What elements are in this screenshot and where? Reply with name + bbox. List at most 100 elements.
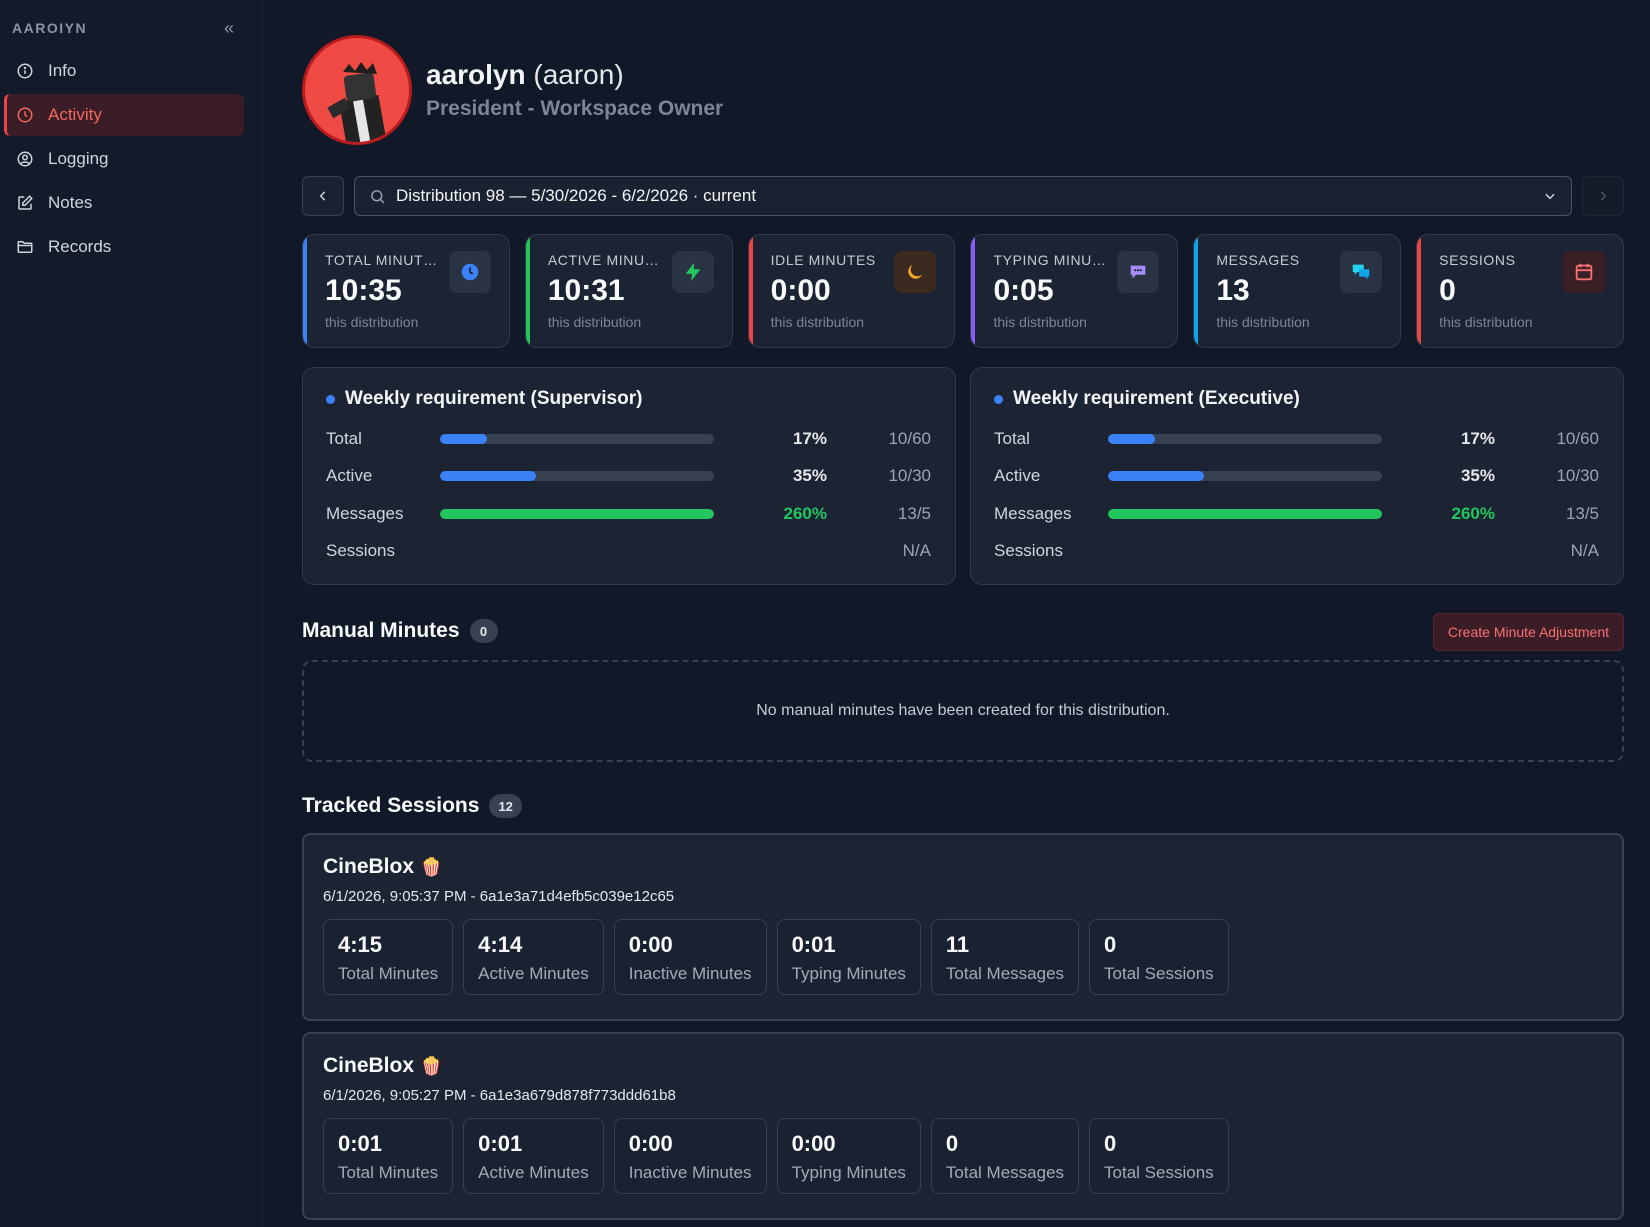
session-stat-value: 11: [945, 932, 970, 957]
manual-minutes-heading: Manual Minutes 0: [302, 619, 498, 643]
row-fraction: N/A: [1570, 541, 1599, 561]
session-stat-total-messages: 11 Total Messages: [930, 919, 1080, 995]
session-stats: 4:15 Total Minutes 4:14 Active Minutes 0:0…: [323, 919, 1622, 995]
stat-label: SESSIONS: [1439, 252, 1516, 268]
row-fraction: 10/60: [1556, 428, 1599, 448]
sidebar-item-label: Activity: [48, 105, 102, 124]
requirement-rows: Total 17% 10/60 Active 35% 10/30 Message…: [326, 420, 931, 570]
stat-label: TOTAL MINUTES: [325, 252, 440, 268]
session-card[interactable]: CineBlox 🍿 6/1/2026, 9:05:37 PM - 6a1e3a…: [302, 833, 1624, 1021]
info-icon: [17, 63, 33, 79]
stat-sub: this distribution: [547, 314, 642, 330]
sidebar-item-info[interactable]: Info: [4, 50, 244, 92]
workspace-brand: AAROIYN: [12, 20, 88, 36]
progress-fill: [440, 508, 714, 519]
calendar-icon: [1562, 251, 1605, 293]
progress-fill: [1108, 433, 1155, 444]
chevron-left-icon: [319, 191, 326, 201]
session-stat-active-minutes: 0:01 Active Minutes: [463, 1118, 604, 1194]
chevron-down-icon: [1545, 193, 1555, 200]
edit-icon: [18, 195, 33, 210]
stat-sub: this distribution: [770, 314, 865, 330]
session-stat-total-sessions: 0 Total Sessions: [1089, 1118, 1229, 1194]
requirement-card-supervisor: Weekly requirement (Supervisor) Total 17…: [302, 367, 956, 585]
session-stat-value: 0:01: [791, 932, 836, 957]
row-label: Messages: [326, 503, 404, 523]
session-stat-value: 0:01: [478, 1131, 523, 1156]
session-stat-label: Total Messages: [945, 964, 1065, 983]
stat-card-total-minutes: TOTAL MINUTES 10:35 this distribution: [302, 234, 510, 348]
tracked-sessions-heading: Tracked Sessions 12: [302, 794, 522, 818]
bullet-dot: [326, 394, 335, 404]
sidebar-item-label: Logging: [48, 149, 109, 168]
session-stat-label: Total Minutes: [338, 1163, 439, 1182]
profile-header: aarolyn (aaron) President - Workspace Ow…: [302, 35, 723, 145]
session-stat-value: 4:14: [478, 932, 523, 957]
nickname: (aaron): [533, 59, 624, 90]
requirement-row-messages: Messages 260% 13/5: [326, 495, 931, 533]
session-game-name: CineBlox: [323, 1054, 415, 1077]
session-card[interactable]: CineBlox 🍿 6/1/2026, 9:05:27 PM - 6a1e3a…: [302, 1032, 1624, 1220]
session-stat-value: 0:00: [628, 1131, 673, 1156]
stat-card-active-minutes: ACTIVE MINUTES 10:31 this distribution: [524, 234, 733, 348]
session-stat-label: Total Sessions: [1104, 964, 1214, 983]
row-label: Sessions: [994, 541, 1063, 561]
sidebar-nav: Info Activity Logging Notes Records: [0, 50, 262, 268]
session-stat-label: Inactive Minutes: [628, 1163, 752, 1182]
session-stat-label: Active Minutes: [478, 964, 589, 983]
session-stat-value: 0: [1104, 1131, 1117, 1156]
previous-distribution-button[interactable]: [302, 176, 344, 216]
progress-fill: [440, 433, 487, 444]
session-stat-label: Total Minutes: [338, 964, 439, 983]
bullet-dot: [994, 394, 1003, 404]
requirement-title: Weekly requirement (Supervisor): [326, 388, 931, 410]
session-meta: 6/1/2026, 9:05:37 PM - 6a1e3a71d4efb5c03…: [323, 888, 675, 905]
requirement-row-total: Total 17% 10/60: [326, 420, 931, 458]
sidebar-item-notes[interactable]: Notes: [4, 182, 244, 224]
session-stat-inactive-minutes: 0:00 Inactive Minutes: [613, 919, 767, 995]
row-label: Active: [326, 466, 373, 486]
distribution-select[interactable]: Distribution 98 — 5/30/2026 - 6/2/2026 ·…: [354, 176, 1572, 216]
row-label: Total: [994, 428, 1030, 448]
requirement-row-sessions: Sessions N/A: [994, 533, 1599, 571]
progress-bar: [440, 433, 714, 444]
session-stat-value: 0:00: [791, 1131, 836, 1156]
session-stat-value: 0:01: [338, 1131, 383, 1156]
row-percent: 17%: [1460, 428, 1495, 448]
section-title: Manual Minutes: [302, 619, 460, 642]
session-title: CineBlox 🍿: [323, 1054, 1622, 1078]
distribution-select-value: Distribution 98 — 5/30/2026 - 6/2/2026 ·…: [396, 186, 757, 205]
session-stat-value: 0:00: [628, 932, 673, 957]
session-stat-value: 0: [945, 1131, 959, 1156]
row-fraction: N/A: [902, 541, 931, 561]
session-stat-active-minutes: 4:14 Active Minutes: [463, 919, 604, 995]
requirement-rows: Total 17% 10/60 Active 35% 10/30 Message…: [994, 420, 1599, 570]
session-title: CineBlox 🍿: [323, 855, 1622, 879]
sidebar-item-activity[interactable]: Activity: [4, 94, 244, 136]
avatar: [302, 35, 412, 145]
create-minute-adjustment-button[interactable]: Create Minute Adjustment: [1432, 613, 1624, 651]
session-game-name: CineBlox: [323, 855, 415, 878]
count-badge: 12: [489, 794, 522, 818]
progress-fill: [440, 471, 536, 482]
distribution-selector-row: Distribution 98 — 5/30/2026 - 6/2/2026 ·…: [302, 176, 1624, 216]
stat-sub: this distribution: [325, 314, 419, 330]
progress-bar: [1108, 433, 1382, 444]
popcorn-icon: 🍿: [420, 856, 443, 877]
sidebar-item-records[interactable]: Records: [4, 226, 244, 268]
requirement-row-total: Total 17% 10/60: [994, 420, 1599, 458]
session-stat-typing-minutes: 0:01 Typing Minutes: [776, 919, 921, 995]
row-fraction: 13/5: [1565, 503, 1599, 523]
requirement-card-executive: Weekly requirement (Executive) Total 17%…: [970, 367, 1624, 585]
avatar-figure: [327, 62, 388, 142]
requirement-title: Weekly requirement (Executive): [994, 388, 1599, 410]
stat-label: TYPING MINUTES: [993, 252, 1109, 268]
moon-icon: [894, 251, 937, 293]
stat-label: IDLE MINUTES: [770, 252, 876, 268]
sidebar-item-logging[interactable]: Logging: [4, 138, 244, 180]
session-stat-value: 0: [1104, 932, 1117, 957]
sidebar-item-label: Info: [48, 61, 77, 80]
next-distribution-button[interactable]: [1582, 176, 1624, 216]
double-chevron-left-icon[interactable]: «: [224, 18, 234, 39]
row-percent: 35%: [792, 466, 827, 486]
